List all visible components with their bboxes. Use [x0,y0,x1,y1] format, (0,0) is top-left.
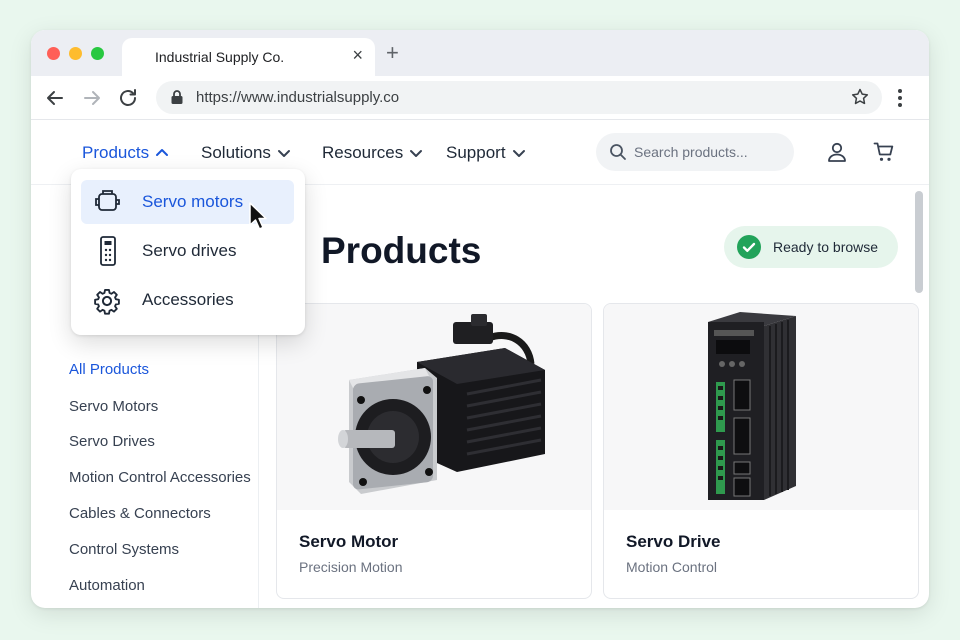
status-badge: Ready to browse [724,226,898,268]
check-circle-icon [737,235,761,259]
product-title: Servo Motor [299,532,399,551]
mouse-cursor-icon [249,202,267,230]
nav-support[interactable]: Support [446,143,526,163]
sidebar-item-control-systems[interactable]: Control Systems [69,541,179,558]
search-input[interactable] [634,142,784,162]
status-text: Ready to browse [773,239,879,255]
sidebar-item-motion-control-accessories[interactable]: Motion Control Accessories [69,469,251,486]
nav-resources-label: Resources [322,143,404,162]
product-subtitle: Precision Motion [299,559,403,575]
dropdown-item-servo-drives[interactable]: Servo drives [81,229,294,273]
address-bar[interactable]: https://www.industrialsupply.co [156,81,882,114]
sidebar-item-cables-connectors[interactable]: Cables & Connectors [69,505,211,522]
browser-tab[interactable]: Industrial Supply Co. × [122,38,375,76]
drive-icon [100,236,116,266]
lock-icon [171,90,183,104]
page-title: Products [321,230,482,271]
chevron-up-icon [156,149,169,156]
dropdown-item-label: Servo drives [142,241,237,260]
product-card[interactable]: Servo Motor Precision Motion [276,303,592,599]
nav-products-label: Products [82,143,150,162]
dropdown-item-accessories[interactable]: Accessories [81,278,294,322]
forward-arrow-icon[interactable] [80,86,104,110]
search-box [596,133,794,171]
sidebar-item-servo-drives[interactable]: Servo Drives [69,433,155,450]
minimize-window-button[interactable] [69,47,82,60]
tab-strip: Industrial Supply Co. × + [31,30,929,76]
dropdown-item-label: Servo motors [142,192,244,211]
new-tab-button[interactable]: + [386,40,399,66]
back-arrow-icon[interactable] [43,86,67,110]
close-window-button[interactable] [47,47,60,60]
products-dropdown-menu: Servo motors Servo drives Accessories [71,169,305,335]
cart-icon[interactable] [873,141,895,163]
tab-title: Industrial Supply Co. [155,49,285,65]
bookmark-star-icon[interactable] [850,87,870,107]
search-icon [610,144,626,160]
nav-solutions-label: Solutions [201,143,271,162]
chevron-down-icon [410,150,423,157]
reload-icon[interactable] [116,86,140,110]
scrollbar-thumb[interactable] [915,191,923,293]
chevron-down-icon [512,150,525,157]
motor-icon [95,190,120,211]
nav-solutions[interactable]: Solutions [201,143,291,163]
dropdown-item-label: Accessories [142,290,234,309]
nav-resources[interactable]: Resources [322,143,423,163]
more-menu-icon[interactable] [897,87,903,109]
servo-drive-image [604,304,918,510]
tab-close-icon[interactable]: × [352,45,363,66]
account-icon[interactable] [826,141,848,163]
sidebar-item-automation[interactable]: Automation [69,577,145,594]
browser-toolbar: https://www.industrialsupply.co [31,76,929,120]
maximize-window-button[interactable] [91,47,104,60]
product-title: Servo Drive [626,532,721,551]
product-subtitle: Motion Control [626,559,718,575]
nav-products[interactable]: Products [82,143,169,163]
chevron-down-icon [277,150,290,157]
url-text: https://www.industrialsupply.co [196,89,400,106]
servo-motor-image [277,304,591,510]
browser-window: Industrial Supply Co. × + https://www.in… [31,30,929,608]
nav-support-label: Support [446,143,506,162]
sidebar-item-servo-motors[interactable]: Servo Motors [69,398,158,415]
product-card[interactable]: Servo Drive Motion Control [603,303,919,599]
sidebar-item-all-products[interactable]: All Products [69,361,149,378]
gear-icon [94,288,120,315]
